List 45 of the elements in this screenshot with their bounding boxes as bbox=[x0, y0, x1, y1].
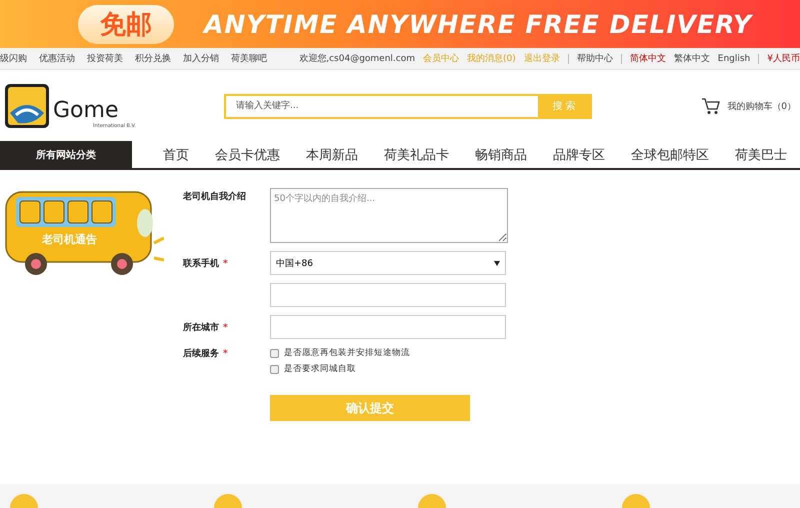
banner-slogan: ANYTIME ANYWHERE FREE DELIVERY bbox=[204, 10, 752, 38]
nav-link[interactable]: 荷美巴士 bbox=[722, 146, 800, 164]
input-field[interactable] bbox=[270, 283, 506, 307]
checkbox[interactable] bbox=[270, 364, 279, 374]
logo-icon bbox=[4, 83, 50, 129]
language-link[interactable]: English bbox=[718, 54, 750, 64]
caret-icon bbox=[494, 260, 500, 266]
nav-link[interactable]: 会员卡优惠 bbox=[202, 146, 293, 164]
top-link[interactable]: 级闪购 bbox=[0, 52, 27, 65]
field-label: 所在城市 * bbox=[183, 323, 228, 333]
service-option[interactable]: 是否愿意再包装并安排短途物流 bbox=[270, 347, 410, 359]
top-link[interactable]: 投资荷美 bbox=[87, 52, 123, 65]
field-label: 老司机自我介绍 bbox=[183, 192, 246, 202]
logo-name: Gome bbox=[53, 98, 120, 123]
service-icon bbox=[622, 494, 650, 508]
nav-link[interactable]: 全球包邮特区 bbox=[618, 146, 722, 164]
country-code-select[interactable]: 中国+86 bbox=[270, 251, 506, 275]
service-icon bbox=[418, 494, 446, 508]
field-label: 联系手机 * bbox=[183, 259, 228, 269]
language-link[interactable]: 繁体中文 bbox=[674, 52, 710, 65]
help-link[interactable]: 帮助中心 bbox=[576, 52, 613, 65]
cart-icon[interactable] bbox=[701, 97, 722, 115]
category-menu[interactable]: 所有网站分类 bbox=[0, 141, 132, 169]
currency-link[interactable]: ¥人民币 bbox=[767, 52, 800, 65]
intro-field[interactable]: 50个字以内的自我介绍... bbox=[270, 188, 508, 243]
checkbox[interactable] bbox=[270, 348, 279, 358]
bus-label: 老司机通告 bbox=[42, 232, 98, 247]
nav-link[interactable]: 荷美礼品卡 bbox=[371, 146, 462, 164]
nav-link[interactable]: 本周新品 bbox=[293, 146, 371, 164]
language-link[interactable]: 简体中文 bbox=[630, 52, 666, 65]
service-icon bbox=[10, 494, 38, 508]
cart-label[interactable]: 我的购物车（0） bbox=[727, 100, 796, 112]
top-link[interactable]: 积分兑换 bbox=[135, 52, 171, 65]
nav-link[interactable]: 品牌专区 bbox=[540, 146, 618, 164]
top-link[interactable]: 加入分销 bbox=[183, 52, 219, 65]
field-label: 后续服务 * bbox=[183, 349, 228, 359]
top-link[interactable]: 荷美聊吧 bbox=[231, 52, 267, 65]
nav-link[interactable]: 首页 bbox=[150, 146, 202, 164]
welcome-text: 欢迎您,cs04@gomenl.com bbox=[299, 52, 416, 65]
top-link[interactable]: 优惠活动 bbox=[39, 52, 75, 65]
nav-link[interactable]: 畅销商品 bbox=[462, 146, 540, 164]
service-icon bbox=[214, 494, 242, 508]
free-shipping-badge: 免邮 bbox=[78, 4, 174, 44]
input-field[interactable] bbox=[270, 315, 506, 339]
service-option[interactable]: 是否要求同城自取 bbox=[270, 363, 410, 375]
